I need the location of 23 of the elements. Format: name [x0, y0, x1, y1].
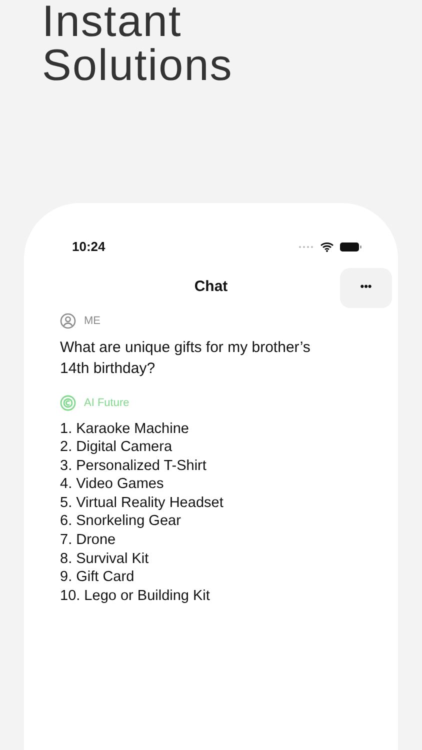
ai-logo-icon — [60, 395, 76, 412]
answer-list-item: 9. Gift Card — [60, 568, 136, 587]
status-time: 10:24 — [72, 238, 106, 256]
answer-list-item: 4. Video Games — [60, 475, 165, 494]
more-button[interactable]: ••• — [340, 268, 392, 308]
battery-icon — [340, 242, 362, 252]
answer-list-item: 3. Personalized T-Shirt — [60, 456, 208, 476]
screen-title: Chat — [194, 277, 228, 298]
headline: Instant — [42, 0, 183, 44]
answer-list-item: 7. Drone — [60, 531, 117, 550]
answer-list-item: 2. Digital Camera — [60, 438, 174, 457]
message-text: What are unique gifts for my brother’s 14th birthday? — [60, 338, 312, 379]
answer-list-item: 10. Lego or Building Kit — [60, 586, 211, 606]
user-icon — [60, 312, 76, 329]
answer-list-item: 5. Virtual Reality Headset — [60, 494, 224, 512]
answer-list-item: 8. Survival Kit — [60, 550, 150, 568]
headline: Solutions — [42, 44, 234, 88]
answer-list-item: 1. Karaoke Machine — [60, 420, 190, 438]
signal-icon — [298, 244, 314, 249]
answer-list-item: 6. Snorkeling Gear — [60, 512, 182, 532]
sender-name: ME — [84, 314, 100, 328]
wifi-icon — [320, 242, 334, 252]
sender-name: AI Future — [84, 396, 130, 411]
